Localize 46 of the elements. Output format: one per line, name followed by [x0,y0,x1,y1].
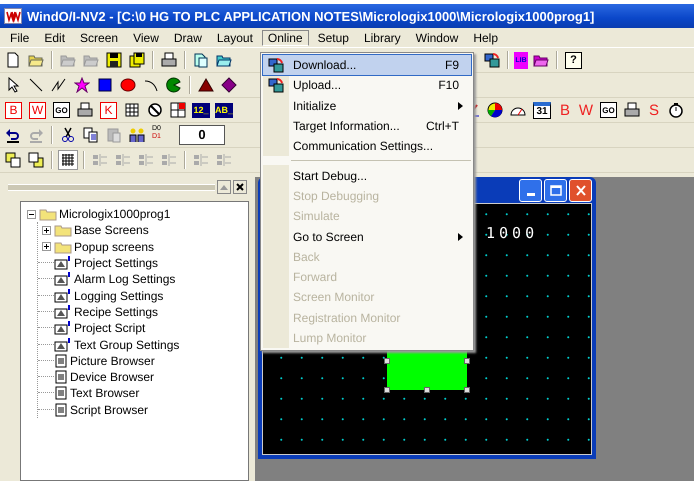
menu-item[interactable]: Download... F9 [263,55,471,76]
menu-item[interactable]: Upload... F10 [263,75,471,96]
tree-item[interactable]: Base Screens [74,223,149,238]
menu-item[interactable]: Setup [312,30,355,46]
menu-item[interactable]: Target Information... Ctrl+T [263,116,471,136]
tree-item[interactable]: Project Script [74,321,146,336]
menu-item[interactable]: Start Debug... [263,165,471,186]
menu-item[interactable]: Library [358,30,407,46]
tool-button[interactable]: S [645,100,663,120]
canvas-text: 1000 [486,224,538,242]
menu-item[interactable]: File [4,30,36,46]
menu-item[interactable]: Go to Screen [263,226,471,247]
tool-button[interactable]: W [577,100,595,120]
tool-button[interactable]: W [29,102,46,118]
tree-item[interactable]: Project Settings [74,256,158,270]
tool-button[interactable]: B [5,102,22,118]
menu-item[interactable]: Draw [168,30,208,46]
calendar-button[interactable]: 31 [533,102,551,118]
tree-item[interactable]: Picture Browser [70,354,155,368]
help-button[interactable]: ? [565,52,582,68]
tool-button[interactable]: K [100,102,117,118]
menu-item[interactable]: Screen [74,30,124,46]
menu-item[interactable]: Edit [38,30,72,46]
tree-item[interactable]: Device Browser [70,370,154,384]
menu-item[interactable]: Initialize [263,96,471,116]
tool-button[interactable]: 12_ [192,102,210,118]
menu-item[interactable]: Online [262,30,309,46]
tree-item[interactable]: Recipe Settings [74,304,158,319]
menu-item[interactable]: Communication Settings... [263,136,471,156]
tree-item[interactable]: Alarm Log Settings [74,272,176,286]
menu-item[interactable]: View [127,30,165,46]
window-title: WindO/I-NV2 - [C:\0 HG TO PLC APPLICATION NOTES\Micrologix1000\Micrologix1000prog1] [27,8,594,24]
tree-item[interactable]: Text Browser [70,386,140,400]
tree-item[interactable]: Micrologix1000prog1 [59,207,170,222]
tool-button[interactable]: GO [53,102,70,118]
menu-item[interactable]: Help [467,30,504,46]
menu-item[interactable]: Layout [210,30,259,46]
tool-button[interactable]: AB_ [215,102,233,118]
tool-button[interactable]: B [556,100,574,120]
tree-item[interactable]: Popup screens [74,240,154,254]
zoom-field[interactable]: 0 [179,125,225,145]
menu-item[interactable]: Window [410,30,464,46]
tool-button[interactable]: GO [600,102,617,118]
tree-item[interactable]: Logging Settings [74,288,164,303]
tree-item[interactable]: Script Browser [70,402,148,417]
tree-item[interactable]: Text Group Settings [74,338,180,352]
